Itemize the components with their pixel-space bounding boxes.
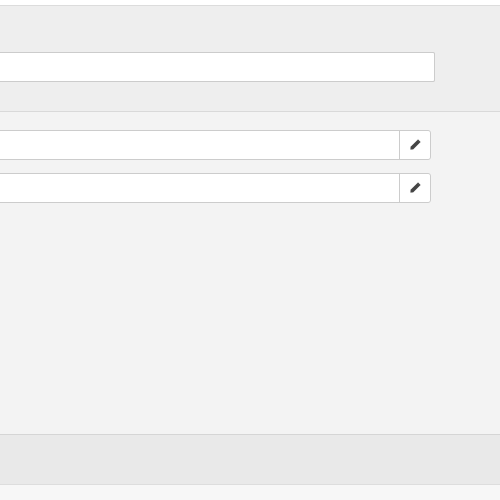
field-row-2 (0, 173, 434, 203)
footer-section (0, 434, 500, 485)
bottom-strip (0, 484, 500, 500)
field-input-2[interactable] (0, 173, 400, 203)
field-row-1 (0, 130, 434, 160)
edit-button-2[interactable] (399, 173, 431, 203)
pencil-icon (410, 139, 421, 150)
page (0, 0, 500, 500)
pencil-icon (410, 182, 421, 193)
field-input-1[interactable] (0, 130, 400, 160)
header-text-input[interactable] (0, 52, 435, 82)
content-section (0, 112, 500, 434)
edit-button-1[interactable] (399, 130, 431, 160)
